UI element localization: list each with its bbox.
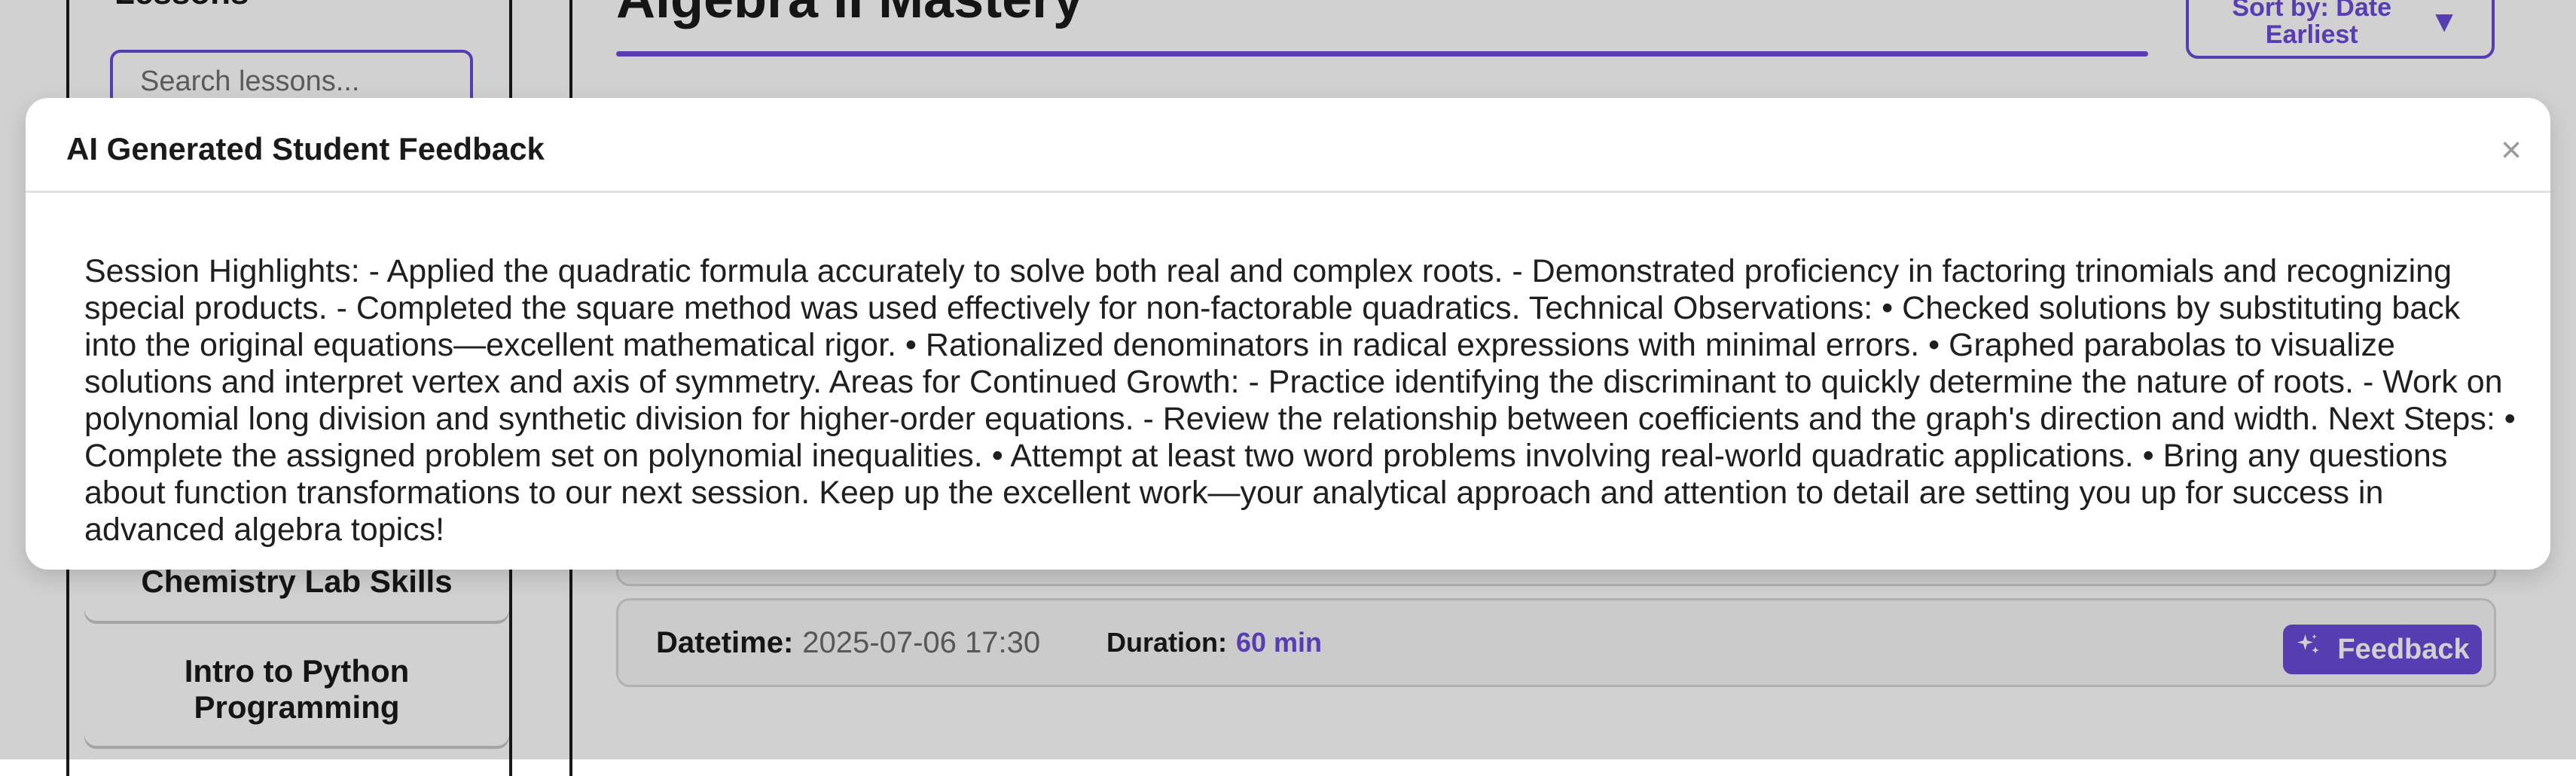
close-icon[interactable]: ×	[2501, 133, 2522, 169]
modal-header: AI Generated Student Feedback ×	[26, 98, 2550, 193]
feedback-text: Session Highlights: - Applied the quadra…	[84, 253, 2516, 548]
modal-title: AI Generated Student Feedback	[66, 131, 545, 167]
feedback-modal: AI Generated Student Feedback × Session …	[26, 98, 2550, 570]
